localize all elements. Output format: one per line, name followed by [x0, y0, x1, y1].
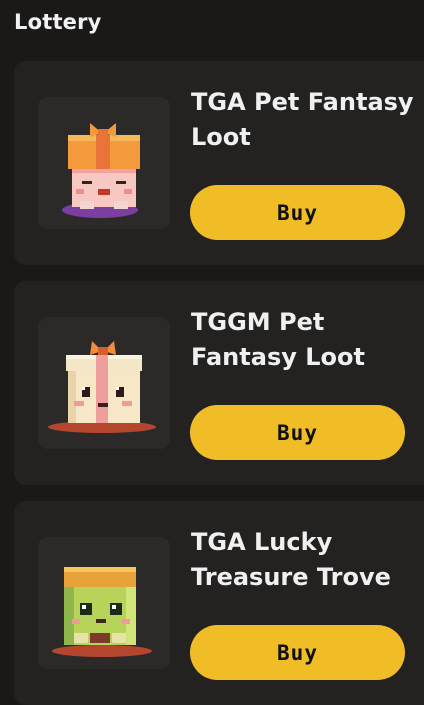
page-title: Lottery [14, 10, 102, 34]
loot-thumbnail [38, 97, 170, 229]
loot-title: TGA Lucky Treasure Trove [191, 528, 391, 591]
loot-thumbnail [38, 317, 170, 449]
orange-gift-box-pet-icon [62, 123, 140, 218]
loot-card: TGA Pet Fantasy Loot Buy [14, 61, 424, 265]
green-treasure-box-pet-icon [52, 567, 152, 657]
loot-card: TGGM Pet Fantasy Loot Buy [14, 281, 424, 485]
loot-title: TGA Pet Fantasy Loot [191, 88, 414, 151]
loot-title: TGGM Pet Fantasy Loot [191, 308, 365, 371]
buy-button[interactable]: Buy [190, 185, 405, 240]
buy-button[interactable]: Buy [190, 405, 405, 460]
cream-gift-box-pet-icon [48, 341, 156, 433]
loot-thumbnail [38, 537, 170, 669]
loot-card: TGA Lucky Treasure Trove Buy [14, 501, 424, 705]
buy-button[interactable]: Buy [190, 625, 405, 680]
